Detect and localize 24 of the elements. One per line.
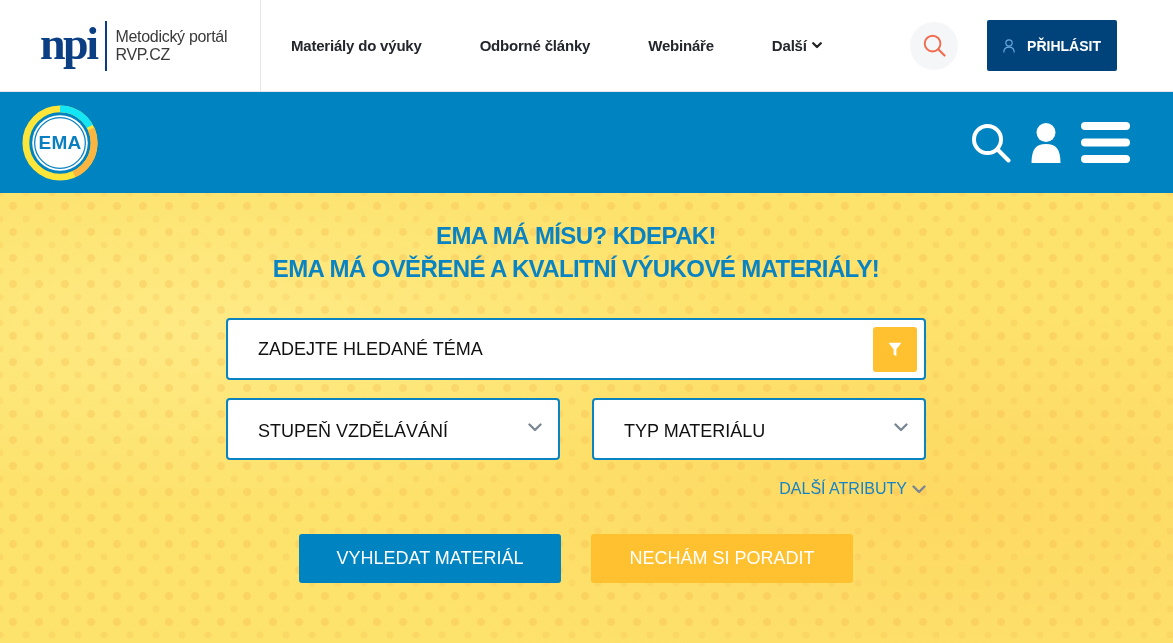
menu-icon[interactable] xyxy=(1081,122,1130,163)
hero-heading: EMA MÁ OVĚŘENÉ A KVALITNÍ VÝUKOVÉ MATERIÁLY! xyxy=(272,254,880,284)
login-button[interactable]: PŘIHLÁSIT xyxy=(987,20,1117,71)
search-icon xyxy=(922,34,946,57)
nav-link[interactable]: Webináře xyxy=(648,37,714,54)
hero-heading: EMA MÁ MÍSU? KDEPAK! xyxy=(436,221,716,251)
chevron-down-icon xyxy=(894,422,908,432)
chevron-down-icon xyxy=(811,42,822,49)
nav-link[interactable]: Materiály do výuky xyxy=(291,37,422,54)
dropdown-field[interactable]: TYP MATERIÁLU xyxy=(592,398,926,460)
chevron-down-icon xyxy=(528,422,542,432)
ema-logo[interactable]: EMA xyxy=(21,103,99,182)
search-button[interactable] xyxy=(910,21,958,70)
user-icon[interactable] xyxy=(1031,122,1061,163)
chevron-down-icon xyxy=(912,484,926,494)
filter-icon xyxy=(888,342,902,357)
nav-link[interactable]: Odborné články xyxy=(479,37,591,54)
search-button[interactable]: VYHLEDAT MATERIÁL xyxy=(299,534,561,583)
dropdown-field[interactable]: STUPEŇ VZDĚLÁVÁNÍ xyxy=(226,398,560,460)
site-logo[interactable]: npi Metodický portál RVP.CZ xyxy=(40,20,228,71)
user-icon xyxy=(1003,38,1016,53)
search-field[interactable]: ZADEJTE HLEDANÉ TÉMA xyxy=(226,318,926,380)
search-icon[interactable] xyxy=(971,122,1011,163)
nav-link[interactable]: Další xyxy=(771,37,822,54)
